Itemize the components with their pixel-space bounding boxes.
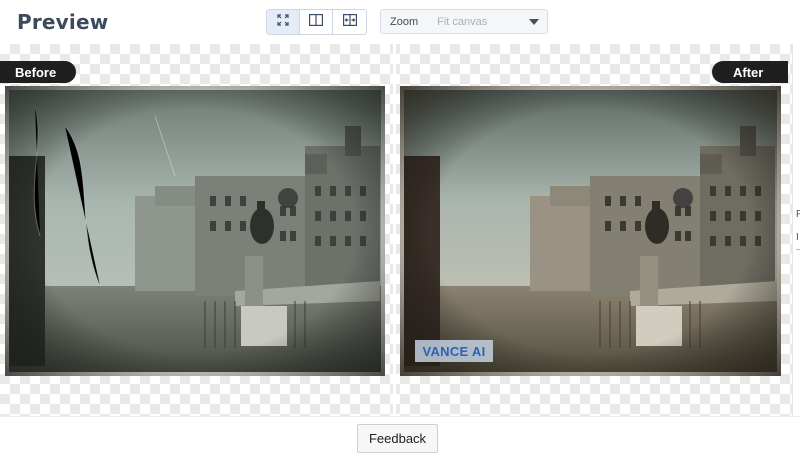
view-mode-compare-button[interactable] <box>333 10 366 34</box>
before-badge: Before <box>0 61 76 83</box>
zoom-value: Fit canvas <box>437 15 488 28</box>
view-mode-toggle <box>266 9 367 35</box>
zoom-select[interactable]: Zoom Fit canvas <box>380 9 548 34</box>
chevron-down-icon <box>529 19 539 25</box>
compare-slider-icon <box>342 13 357 31</box>
preview-header: Preview Zoom Fit canvas <box>0 0 800 44</box>
before-image <box>5 86 385 376</box>
feedback-button[interactable]: Feedback <box>357 424 438 453</box>
after-badge: After <box>712 61 788 83</box>
side-panel-divider <box>796 249 800 250</box>
zoom-label: Zoom <box>390 15 419 28</box>
after-image <box>400 86 781 376</box>
footer: Feedback <box>0 416 800 460</box>
view-mode-fullscreen-button[interactable] <box>267 10 300 34</box>
side-panel-letter: I <box>796 232 799 243</box>
page-title: Preview <box>17 10 109 34</box>
watermark: VANCE AI <box>415 340 493 362</box>
view-mode-split-button[interactable] <box>300 10 333 34</box>
side-panel-edge: F I <box>792 44 800 416</box>
fullscreen-icon <box>277 13 289 31</box>
split-view-icon <box>309 13 324 31</box>
side-panel-letter: F <box>796 209 800 220</box>
compare-divider[interactable] <box>393 44 396 416</box>
